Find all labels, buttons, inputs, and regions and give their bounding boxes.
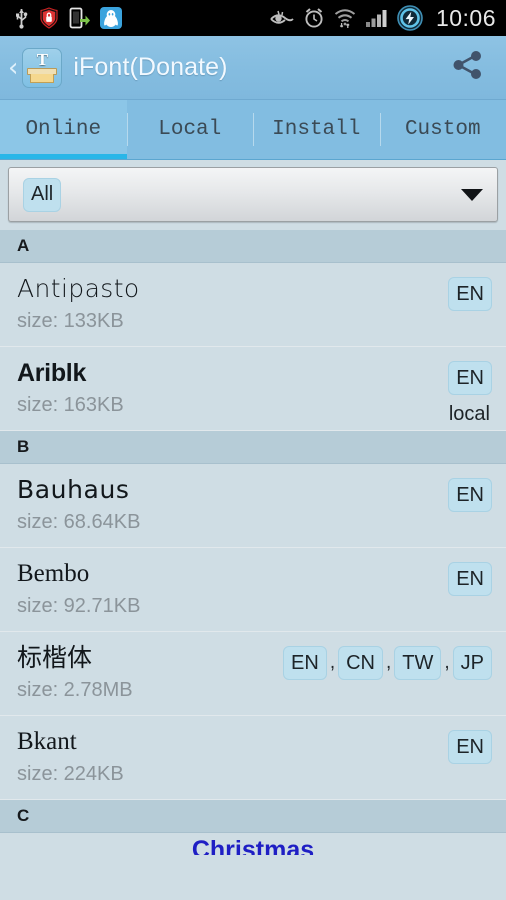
language-badges: EN bbox=[448, 478, 492, 512]
tab-install-label: Install bbox=[272, 118, 361, 141]
badge-separator: , bbox=[329, 652, 336, 673]
action-bar: ‹ T iFont(Donate) bbox=[0, 36, 506, 100]
section-header-label: B bbox=[17, 437, 30, 456]
status-clock: 10:06 bbox=[435, 4, 496, 31]
font-size-label: size: 133KB bbox=[17, 310, 124, 332]
section-header: C bbox=[0, 800, 506, 833]
language-badge: EN bbox=[448, 277, 492, 311]
share-icon bbox=[453, 51, 481, 79]
badge-separator: , bbox=[386, 652, 392, 673]
share-button[interactable] bbox=[444, 41, 492, 94]
language-badges: EN bbox=[448, 730, 492, 764]
font-list-item[interactable]: 标楷体 size: 2.78MB EN, CN, TW, JP bbox=[0, 632, 506, 716]
app-icon: T bbox=[22, 47, 63, 88]
tab-online[interactable]: Online bbox=[0, 100, 127, 159]
phone-transfer-icon bbox=[69, 7, 90, 29]
font-name: Ariblk bbox=[17, 359, 87, 387]
font-list-item[interactable]: Bembo size: 92.71KB EN bbox=[0, 548, 506, 632]
language-badge: JP bbox=[452, 646, 492, 680]
font-list-item[interactable]: Antipasto size: 133KB EN bbox=[0, 263, 506, 347]
chevron-down-icon bbox=[461, 188, 483, 201]
language-badge: TW bbox=[394, 646, 442, 680]
language-badge: EN bbox=[448, 730, 492, 764]
font-size-label: size: 2.78MB bbox=[17, 679, 133, 701]
language-badges: EN bbox=[448, 277, 492, 311]
font-name: Bkant bbox=[17, 728, 77, 755]
eye-icon bbox=[270, 10, 294, 24]
tab-custom[interactable]: Custom bbox=[379, 100, 506, 159]
font-size-label: size: 224KB bbox=[17, 763, 124, 785]
status-bar: 10:06 bbox=[0, 0, 506, 36]
language-badge: CN bbox=[338, 646, 383, 680]
tab-local-label: Local bbox=[158, 118, 222, 141]
usb-icon bbox=[16, 9, 28, 29]
section-header: B bbox=[0, 431, 506, 464]
alarm-clock-icon bbox=[305, 8, 323, 28]
language-badge: EN bbox=[448, 478, 492, 512]
language-filter-spinner[interactable]: All bbox=[8, 167, 498, 222]
font-list-item[interactable]: Christmas bbox=[0, 833, 506, 855]
font-name: Bembo bbox=[17, 560, 90, 587]
tab-online-label: Online bbox=[25, 118, 102, 141]
font-status-label: local bbox=[448, 403, 490, 425]
font-size-label: size: 92.71KB bbox=[17, 595, 141, 617]
signal-bars-icon bbox=[365, 10, 387, 27]
language-badges: EN, CN, TW, JP bbox=[283, 646, 492, 680]
badge-separator: , bbox=[444, 652, 450, 673]
status-bar-left-icons bbox=[14, 7, 122, 29]
wifi-data-icon bbox=[334, 9, 356, 28]
filter-spinner-container: All bbox=[0, 160, 506, 230]
font-list[interactable]: A Antipasto size: 133KB EN Ariblk size: 163KB… bbox=[0, 230, 506, 855]
font-list-item[interactable]: Ariblk size: 163KB EN local bbox=[0, 347, 506, 431]
language-badge: EN bbox=[283, 646, 327, 680]
tab-custom-label: Custom bbox=[404, 118, 481, 141]
tab-install[interactable]: Install bbox=[253, 100, 380, 159]
security-shield-icon bbox=[40, 7, 58, 29]
back-button[interactable]: ‹ bbox=[6, 55, 22, 81]
font-name: Antipasto bbox=[17, 274, 140, 303]
font-size-label: size: 68.64KB bbox=[17, 511, 141, 533]
font-name: Christmas bbox=[191, 836, 315, 855]
app-icon-letter: T bbox=[36, 49, 49, 69]
language-badges: EN bbox=[448, 361, 492, 395]
app-title: iFont(Donate) bbox=[73, 53, 228, 81]
font-list-item[interactable]: Bkant size: 224KB EN bbox=[0, 716, 506, 800]
qq-penguin-icon bbox=[100, 7, 122, 29]
status-bar-right-icons: 10:06 bbox=[269, 5, 496, 32]
section-header-label: C bbox=[17, 806, 30, 825]
section-header: A bbox=[0, 230, 506, 263]
section-header-label: A bbox=[17, 236, 30, 255]
language-badges: EN bbox=[448, 562, 492, 596]
app-icon-box-body bbox=[30, 73, 55, 83]
font-list-item[interactable]: Bauhaus size: 68.64KB EN bbox=[0, 464, 506, 548]
tab-bar: Online Local Install Custom bbox=[0, 100, 506, 160]
tab-local[interactable]: Local bbox=[126, 100, 254, 159]
filter-selected-chip: All bbox=[23, 177, 62, 212]
charging-battery-icon bbox=[397, 5, 423, 31]
language-badge: EN bbox=[448, 562, 492, 596]
font-name: Bauhaus bbox=[17, 475, 130, 504]
language-badge: EN bbox=[448, 361, 492, 395]
font-size-label: size: 163KB bbox=[17, 394, 124, 416]
